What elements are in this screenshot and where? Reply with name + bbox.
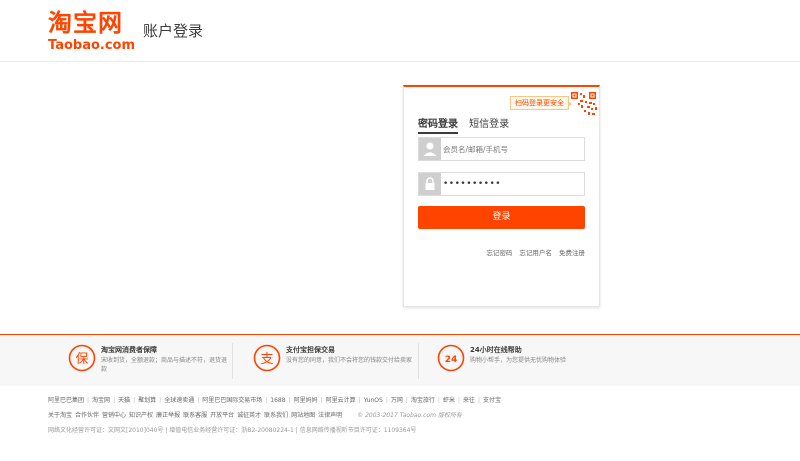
- footer-separator: |: [133, 397, 136, 404]
- copyright-text: © 2003-2017 Taobao.com 版权所有: [357, 412, 462, 419]
- svg-text:24: 24: [445, 355, 458, 365]
- footer-link[interactable]: 阿里巴巴集团: [48, 397, 84, 404]
- login-links: 忘记密码 忘记用户名 免费注册: [481, 247, 585, 257]
- footer-link[interactable]: 营销中心: [102, 412, 126, 419]
- footer-link[interactable]: 全球速卖通: [164, 397, 194, 404]
- guarantee-title: 24小时在线帮助: [470, 346, 522, 354]
- site-header: 淘宝网 Taobao.com 账户登录: [0, 0, 800, 62]
- footer-link[interactable]: 万网: [391, 397, 403, 404]
- page-title: 账户登录: [143, 22, 204, 40]
- footer-about-links: 关于淘宝 合作伙伴 营销中心 知识产权 廉正举报 联系客服 开放平台 诚征英才 联系我们 网站地图…: [48, 410, 465, 419]
- main-area: 扫码登录更安全 密码登录 短信登录 会员名/邮箱/手机号 •••••••••• …: [0, 63, 800, 334]
- footer-separator: |: [87, 397, 90, 404]
- footer-separator: |: [197, 397, 200, 404]
- footer-link[interactable]: 网站地图: [291, 412, 315, 419]
- footer-link[interactable]: 天猫: [118, 397, 130, 404]
- footer-link[interactable]: YunOS: [364, 397, 383, 404]
- footer-link[interactable]: 来往: [463, 397, 475, 404]
- tab-sms-login[interactable]: 短信登录: [469, 118, 509, 131]
- forgot-password-link[interactable]: 忘记密码: [486, 249, 512, 257]
- guarantee-title: 支付宝担保交易: [286, 346, 335, 354]
- svg-text:保: 保: [75, 352, 88, 367]
- footer-separator: |: [437, 397, 440, 404]
- footer-separator: |: [265, 397, 268, 404]
- qr-login-tip[interactable]: 扫码登录更安全: [510, 96, 572, 110]
- password-field[interactable]: [418, 172, 585, 196]
- footer-link[interactable]: 廉正举报: [156, 412, 180, 419]
- svg-text:支: 支: [260, 352, 273, 367]
- username-field[interactable]: [418, 137, 585, 161]
- tab-password-login[interactable]: 密码登录: [418, 118, 458, 134]
- footer-separator: |: [457, 397, 460, 404]
- footer-separator: |: [358, 397, 361, 404]
- guarantee-title: 淘宝网消费者保障: [101, 346, 157, 354]
- footer-separator: |: [288, 397, 291, 404]
- taobao-logo[interactable]: 淘宝网 Taobao.com: [48, 9, 136, 53]
- footer-link[interactable]: 阿里妈妈: [294, 397, 318, 404]
- footer-link[interactable]: 阿里巴巴国际交易市场: [202, 397, 262, 404]
- footer-link[interactable]: 开放平台: [210, 412, 234, 419]
- footer-group-links: 阿里巴巴集团 | 淘宝网 | 天猫 | 聚划算 | 全球速卖通 | 阿里巴巴国际交易市场 | 1688 |…: [48, 395, 504, 404]
- guarantee-desc: 没有您的同意，我们不会将您的钱款交付给卖家: [286, 357, 413, 364]
- forgot-username-link[interactable]: 忘记用户名: [519, 249, 552, 257]
- footer-license: 网络文化经营许可证：文网文[2010]040号 | 增值电信业务经营许可证：浙B…: [48, 427, 417, 434]
- footer-link[interactable]: 诚征英才: [237, 412, 261, 419]
- footer-separator: |: [405, 397, 408, 404]
- footer-separator: |: [385, 397, 388, 404]
- bao-icon: 保: [68, 344, 96, 372]
- footer-link[interactable]: 联系我们: [264, 412, 288, 419]
- footer-link[interactable]: 关于淘宝: [48, 412, 72, 419]
- footer-link[interactable]: 淘宝网: [92, 397, 110, 404]
- footer-separator: |: [478, 397, 481, 404]
- logo-en-text: Taobao.com: [48, 38, 136, 53]
- logo-en-main: Taobao: [48, 38, 100, 53]
- register-link[interactable]: 免费注册: [559, 249, 585, 257]
- qr-code-icon[interactable]: [569, 91, 599, 121]
- login-panel: 扫码登录更安全 密码登录 短信登录 会员名/邮箱/手机号 •••••••••• …: [403, 85, 600, 307]
- footer-separator: |: [320, 397, 323, 404]
- footer-link[interactable]: 虾米: [443, 397, 455, 404]
- login-tabs: 密码登录 短信登录: [418, 112, 515, 134]
- user-icon: [419, 138, 441, 160]
- 24h-icon: 24: [437, 344, 465, 372]
- footer-link[interactable]: 支付宝: [483, 397, 501, 404]
- divider: [232, 343, 233, 379]
- footer-link[interactable]: 1688: [270, 397, 285, 404]
- footer-separator: |: [113, 397, 116, 404]
- password-input[interactable]: [443, 174, 581, 194]
- lock-icon: [419, 173, 441, 195]
- guarantee-desc: 宋收到货，全额退款；商品与描述不符，退货退款: [101, 357, 228, 373]
- footer-link[interactable]: 淘宝旅行: [411, 397, 435, 404]
- footer-link[interactable]: 阿里云计算: [326, 397, 356, 404]
- guarantee-desc: 购物小帮手，为您提供无忧购物体验: [470, 357, 567, 364]
- site-footer: 阿里巴巴集团 | 淘宝网 | 天猫 | 聚划算 | 全球速卖通 | 阿里巴巴国际交易市场 | 1688 |…: [0, 390, 800, 461]
- footer-link[interactable]: 联系客服: [183, 412, 207, 419]
- username-input[interactable]: [443, 139, 581, 159]
- footer-separator: |: [159, 397, 162, 404]
- logo-cn-text: 淘宝网: [48, 9, 123, 37]
- footer-link[interactable]: 知识产权: [129, 412, 153, 419]
- divider: [418, 343, 419, 379]
- footer-link[interactable]: 合作伙伴: [75, 412, 99, 419]
- logo-en-tld: .com: [99, 38, 136, 53]
- footer-link[interactable]: 聚划算: [138, 397, 156, 404]
- login-button[interactable]: 登录: [418, 206, 585, 229]
- guarantee-bar: 保 淘宝网消费者保障 宋收到货，全额退款；商品与描述不符，退货退款 支 支付宝担…: [0, 334, 800, 386]
- zhi-icon: 支: [253, 344, 281, 372]
- footer-link[interactable]: 法律声明: [318, 412, 342, 419]
